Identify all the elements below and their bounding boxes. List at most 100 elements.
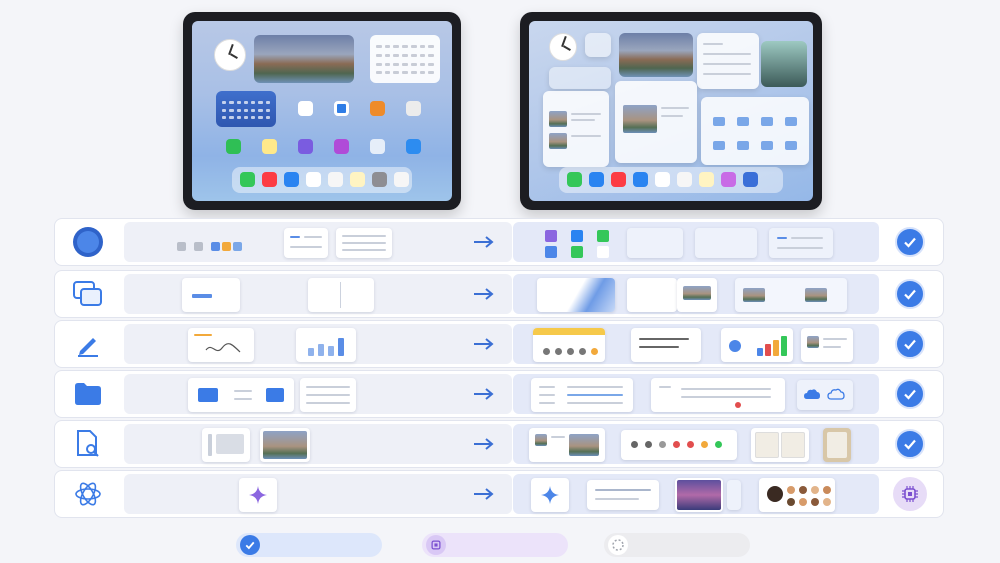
reminders-dock-icon[interactable] [394,172,409,187]
notes-app-icon[interactable] [262,139,277,154]
maps-app-icon[interactable] [655,172,670,187]
sketch-note-card[interactable] [188,328,254,362]
files-window[interactable] [701,97,809,165]
notes-dock-icon[interactable] [350,172,365,187]
arrow-right-icon [474,236,494,248]
maps-app-icon[interactable] [306,172,321,187]
books-app-icon[interactable] [370,101,385,116]
intelligence-app-card[interactable] [239,478,277,512]
dock [232,167,412,193]
sparkle-star-icon [249,486,267,504]
chip-icon [431,540,441,550]
preview-doc-card[interactable] [202,428,250,462]
photos-app-icon[interactable] [370,139,385,154]
mail-app-icon[interactable] [633,172,648,187]
reminders-app-icon[interactable] [298,101,313,116]
legend-requires-chip [422,533,568,557]
legend-check [240,535,260,555]
files-grid-card[interactable] [651,378,785,412]
camera-app-icon[interactable] [406,101,421,116]
document-pages-card[interactable] [751,428,809,462]
facetime-app-icon[interactable] [226,139,241,154]
checkmark-icon [904,237,916,248]
row-icon-cell [55,471,121,517]
files-sidebar-card[interactable] [531,378,633,412]
mail-app-icon[interactable] [284,172,299,187]
clock-widget[interactable] [214,39,246,71]
writing-tools-card[interactable] [587,480,659,510]
music-app-icon[interactable] [262,172,277,187]
file-list-card[interactable] [300,378,356,412]
split-view-card[interactable] [308,278,374,312]
photos-dock-icon[interactable] [677,172,692,187]
apple-intelligence-icon[interactable] [721,172,736,187]
arrow-right-icon [474,438,494,450]
single-window-card[interactable] [182,278,240,312]
arrow-right-icon [474,488,494,500]
window-card-b[interactable] [677,278,717,312]
preview-sidebar-card[interactable] [529,428,605,462]
legend-chip [426,535,446,555]
settings-app-icon[interactable] [372,172,387,187]
glass-grid-card[interactable] [695,228,757,258]
preview-photo-card[interactable] [260,428,310,462]
app-store-icon[interactable] [406,139,421,154]
data-chart-card[interactable] [721,328,793,362]
calendar-card[interactable] [336,228,392,258]
clock-widget[interactable] [549,33,577,61]
messages-app-icon[interactable] [240,172,255,187]
notes-toolbar-card[interactable] [533,328,605,362]
photo-widget[interactable] [619,33,693,77]
podcasts-app-icon[interactable] [334,139,349,154]
tiled-windows-card[interactable] [735,278,847,312]
chart-note-card[interactable] [296,328,356,362]
facetime-video-tile[interactable] [761,41,807,87]
podcasts-ish-app-icon[interactable] [298,139,313,154]
glass-widget-card[interactable] [627,228,683,258]
safari-app-icon[interactable] [589,172,604,187]
markup-toolbar-card[interactable] [621,430,737,460]
photos-dock-icon[interactable] [328,172,343,187]
messages-app-icon[interactable] [567,172,582,187]
scanned-doc-card[interactable] [823,428,851,462]
intelligence-sparkle-card[interactable] [531,478,569,512]
feature-row-multitasking [54,270,944,318]
profile-note-card[interactable] [801,328,853,362]
calendar-widget[interactable] [697,33,759,89]
document-search-icon [77,430,99,457]
small-apps-widget[interactable] [549,67,611,89]
photo-widget[interactable] [254,35,354,83]
home-screen-before [192,21,452,201]
music-recognition-app-icon[interactable] [334,101,349,116]
checkmark-icon [245,541,255,550]
music-app-icon[interactable] [611,172,626,187]
notes-window[interactable] [543,91,609,167]
shortcuts-widget[interactable] [585,33,611,57]
math-notes-card[interactable] [631,328,701,362]
row-icon-cell [55,421,121,467]
notes-dock-icon[interactable] [699,172,714,187]
pencil-icon [78,338,98,357]
files-browser-card[interactable] [188,378,294,412]
photos-window[interactable] [615,81,697,163]
playground-options-card[interactable] [727,480,741,510]
glass-list-card[interactable] [769,228,833,258]
sparkle-star-icon [541,486,559,504]
supported-check [895,429,925,459]
genmoji-card[interactable] [759,478,835,512]
window-card-a[interactable] [627,278,677,312]
supported-check [895,227,925,257]
image-playground-card[interactable] [675,478,723,512]
app-library-icon[interactable] [743,172,758,187]
stacked-windows-card[interactable] [537,278,615,312]
widget-card[interactable] [284,228,328,258]
supported-check [895,329,925,359]
calendar-widget[interactable] [370,35,440,83]
feature-row-widgets [54,218,944,266]
calendar-widget-blue[interactable] [216,91,276,127]
after-panel [513,374,879,414]
chip-icon [902,486,918,502]
cloud-sync-card[interactable] [797,380,853,410]
supported-check [895,379,925,409]
legend-pending [608,535,628,555]
